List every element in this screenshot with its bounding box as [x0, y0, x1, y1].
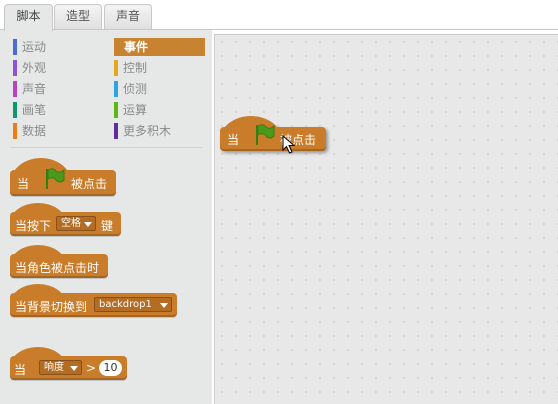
chevron-down-icon — [84, 222, 92, 227]
block-text: 当 — [14, 363, 27, 377]
category-color-bar — [114, 60, 118, 76]
tab-scripts[interactable]: 脚本 — [4, 4, 53, 31]
chevron-down-icon — [160, 303, 168, 308]
category-label: 控制 — [123, 61, 148, 75]
script-block-when-flag-clicked[interactable]: 当 被点击 — [220, 116, 326, 151]
script-area[interactable]: 当 被点击 — [214, 34, 558, 404]
category-color-bar — [13, 123, 17, 139]
palette-divider — [10, 147, 202, 148]
block-palette: 运动 外观 声音 画笔 数据 事件 控制 侦测 运算 更多积木 当 被点击 当按… — [0, 30, 212, 404]
category-pen[interactable]: 画笔 — [13, 101, 105, 119]
key-dropdown[interactable]: 空格 — [56, 216, 96, 231]
tab-sounds[interactable]: 声音 — [104, 4, 152, 29]
block-text: 当 — [17, 177, 30, 191]
category-color-bar — [114, 81, 118, 97]
category-motion[interactable]: 运动 — [13, 38, 105, 56]
category-color-bar — [13, 39, 17, 55]
block-text: 当角色被点击时 — [15, 261, 100, 275]
green-flag-icon — [46, 168, 65, 189]
backdrop-dropdown[interactable]: backdrop1 — [94, 297, 172, 312]
category-more-blocks[interactable]: 更多积木 — [114, 122, 205, 140]
green-flag-icon — [256, 124, 275, 145]
block-text: 键 — [101, 219, 114, 233]
category-color-bar — [13, 81, 17, 97]
category-data[interactable]: 数据 — [13, 122, 105, 140]
block-when-backdrop-switches[interactable]: 当背景切换到 backdrop1 — [10, 284, 177, 317]
category-color-bar — [13, 60, 17, 76]
category-label: 数据 — [22, 124, 47, 138]
category-label: 更多积木 — [123, 124, 172, 138]
mouse-cursor-icon — [282, 135, 296, 154]
category-label: 运动 — [22, 40, 47, 54]
number-input[interactable]: 10 — [99, 360, 122, 376]
dropdown-value: backdrop1 — [99, 299, 152, 310]
category-label: 画笔 — [22, 103, 47, 117]
category-label: 事件 — [124, 40, 149, 54]
block-when-sensor-greater-than[interactable]: 当 响度 > 10 — [10, 347, 127, 380]
block-when-flag-clicked[interactable]: 当 被点击 — [10, 158, 116, 196]
block-text: 当按下 — [15, 219, 52, 233]
block-text: 被点击 — [71, 177, 108, 191]
category-control[interactable]: 控制 — [114, 59, 205, 77]
category-label: 运算 — [123, 103, 148, 117]
block-text: 当背景切换到 — [15, 300, 88, 314]
category-events[interactable]: 事件 — [114, 38, 205, 56]
tab-costumes[interactable]: 造型 — [54, 4, 102, 29]
block-when-sprite-clicked[interactable]: 当角色被点击时 — [10, 245, 108, 278]
category-label: 外观 — [22, 61, 47, 75]
category-label: 侦测 — [123, 82, 148, 96]
chevron-down-icon — [70, 366, 78, 371]
dropdown-value: 空格 — [61, 218, 81, 229]
dropdown-value: 响度 — [44, 362, 64, 373]
block-when-key-pressed[interactable]: 当按下 空格 键 — [10, 203, 121, 236]
category-sensing[interactable]: 侦测 — [114, 80, 205, 98]
category-looks[interactable]: 外观 — [13, 59, 105, 77]
category-label: 声音 — [22, 82, 47, 96]
category-color-bar — [114, 102, 118, 118]
category-operators[interactable]: 运算 — [114, 101, 205, 119]
block-text: > — [86, 361, 97, 375]
category-color-bar — [13, 102, 17, 118]
category-sound[interactable]: 声音 — [13, 80, 105, 98]
category-color-bar — [114, 123, 118, 139]
sensor-dropdown[interactable]: 响度 — [39, 360, 82, 375]
block-text: 当 — [227, 133, 240, 147]
